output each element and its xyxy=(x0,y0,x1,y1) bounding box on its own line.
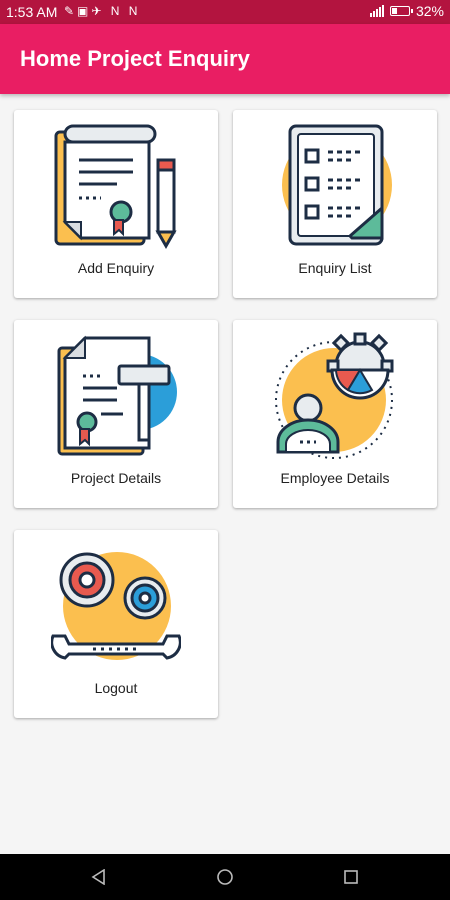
status-right: 32% xyxy=(369,3,444,19)
back-icon[interactable] xyxy=(87,865,111,889)
enquiry-list-icon xyxy=(282,124,392,246)
status-bar: 1:53 AM ✎▣✈ N N 32% xyxy=(0,0,450,24)
battery-percent: 32% xyxy=(415,3,444,19)
project-details-label: Project Details xyxy=(70,470,162,486)
page-title: Home Project Enquiry xyxy=(20,46,250,71)
project-details-icon xyxy=(57,335,177,456)
logout-card[interactable]: Logout xyxy=(14,530,218,718)
employee-details-card[interactable]: Employee Details xyxy=(233,320,437,508)
enquiry-list-label: Enquiry List xyxy=(298,260,372,276)
add-enquiry-icon xyxy=(54,124,177,250)
add-enquiry-label: Add Enquiry xyxy=(77,260,155,276)
enquiry-list-card[interactable]: Enquiry List xyxy=(233,110,437,298)
system-nav-bar xyxy=(0,854,450,900)
recents-icon[interactable] xyxy=(339,865,363,889)
status-time: 1:53 AM xyxy=(6,4,58,20)
add-enquiry-card[interactable]: Add Enquiry xyxy=(14,110,218,298)
project-details-card[interactable]: Project Details xyxy=(14,320,218,508)
logout-label: Logout xyxy=(94,680,138,696)
app-bar: Home Project Enquiry xyxy=(0,24,450,94)
notification-icons: ✎▣✈ N N xyxy=(64,4,141,18)
employee-details-label: Employee Details xyxy=(280,470,390,486)
signal-icon xyxy=(369,5,384,17)
battery-icon xyxy=(389,6,413,16)
logout-icon xyxy=(51,552,181,660)
employee-details-icon xyxy=(275,332,394,459)
home-icon[interactable] xyxy=(213,865,237,889)
